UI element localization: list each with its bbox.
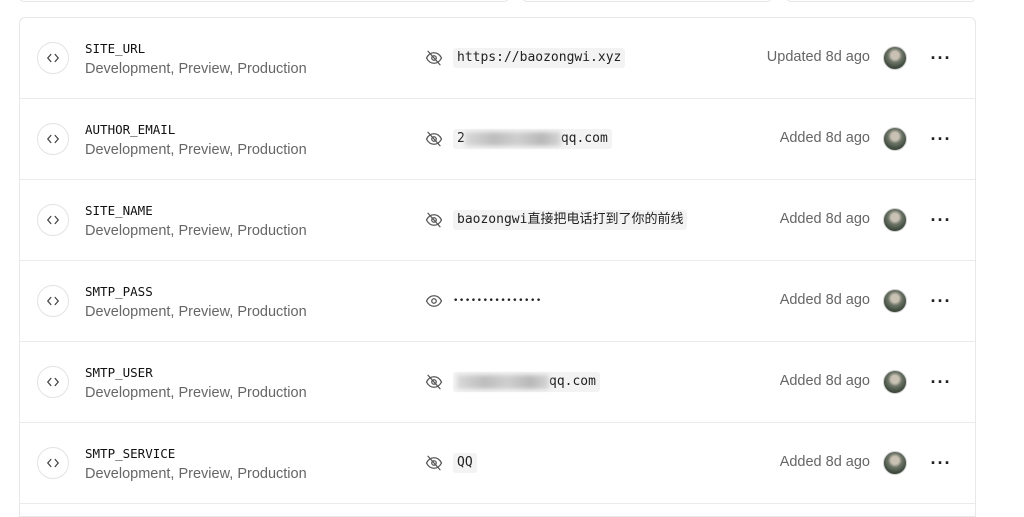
value-suffix: qq.com (560, 131, 608, 146)
env-var-environments: Development, Preview, Production (85, 61, 307, 77)
env-var-status: Added 8d ago (779, 130, 870, 146)
env-var-status: Added 8d ago (779, 292, 870, 308)
avatar (883, 451, 907, 475)
env-var-environments: Development, Preview, Production (85, 466, 307, 482)
code-brackets-icon (37, 42, 69, 74)
env-var-status: Added 8d ago (779, 454, 870, 470)
filter-select-edge[interactable] (522, 0, 772, 2)
env-var-value[interactable]: qq.com (453, 372, 600, 392)
env-var-environments: Development, Preview, Production (85, 304, 307, 320)
redacted-blur (464, 131, 561, 146)
env-var-value[interactable]: QQ (453, 453, 477, 473)
eye-off-icon[interactable] (424, 130, 444, 148)
more-horizontal-icon[interactable]: ··· (925, 370, 957, 394)
eye-off-icon[interactable] (424, 454, 444, 472)
env-var-key: SMTP_PASS (85, 284, 153, 299)
env-var-row[interactable]: SMTP_SERVICE Development, Preview, Produ… (20, 423, 975, 504)
env-var-key: SMTP_USER (85, 365, 153, 380)
code-brackets-icon (37, 366, 69, 398)
env-var-row[interactable]: AUTHOR_EMAIL Development, Preview, Produ… (20, 99, 975, 180)
env-var-value-masked[interactable]: ••••••••••••••• (453, 291, 542, 311)
env-var-row[interactable]: SITE_URL Development, Preview, Productio… (20, 18, 975, 99)
env-var-key: SITE_NAME (85, 203, 153, 218)
env-var-status: Added 8d ago (779, 373, 870, 389)
avatar (883, 127, 907, 151)
env-var-key: AUTHOR_EMAIL (85, 122, 176, 137)
env-var-row[interactable]: SMTP_USER Development, Preview, Producti… (20, 342, 975, 423)
more-horizontal-icon[interactable]: ··· (925, 46, 957, 70)
top-toolbar-edge (0, 0, 1024, 4)
eye-off-icon[interactable] (424, 49, 444, 67)
env-var-list: SITE_URL Development, Preview, Productio… (19, 17, 976, 517)
value-prefix: 2 (457, 131, 465, 146)
avatar (883, 289, 907, 313)
code-brackets-icon (37, 204, 69, 236)
env-var-key: SITE_URL (85, 41, 146, 56)
avatar (883, 46, 907, 70)
env-var-status: Added 8d ago (779, 211, 870, 227)
more-horizontal-icon[interactable]: ··· (925, 289, 957, 313)
redacted-blur (457, 374, 549, 389)
filter-input-edge[interactable] (19, 0, 509, 2)
eye-off-icon[interactable] (424, 373, 444, 391)
avatar (883, 370, 907, 394)
more-horizontal-icon[interactable]: ··· (925, 127, 957, 151)
eye-off-icon[interactable] (424, 211, 444, 229)
env-var-status: Updated 8d ago (766, 49, 870, 65)
env-var-row[interactable]: SMTP_PASS Development, Preview, Producti… (20, 261, 975, 342)
env-var-environments: Development, Preview, Production (85, 223, 307, 239)
env-var-value[interactable]: baozongwi直接把电话打到了你的前线 (453, 210, 688, 230)
env-var-key: SMTP_SERVICE (85, 446, 176, 461)
env-var-value[interactable]: 2 qq.com (453, 129, 612, 149)
more-horizontal-icon[interactable]: ··· (925, 208, 957, 232)
avatar (883, 208, 907, 232)
more-horizontal-icon[interactable]: ··· (925, 451, 957, 475)
env-var-value[interactable]: https://baozongwi.xyz (453, 48, 626, 68)
value-suffix: qq.com (549, 374, 596, 389)
env-var-row[interactable]: SITE_NAME Development, Preview, Producti… (20, 180, 975, 261)
env-var-environments: Development, Preview, Production (85, 142, 307, 158)
env-var-environments: Development, Preview, Production (85, 385, 307, 401)
code-brackets-icon (37, 447, 69, 479)
eye-icon[interactable] (424, 292, 444, 310)
code-brackets-icon (37, 285, 69, 317)
sort-select-edge[interactable] (786, 0, 976, 2)
code-brackets-icon (37, 123, 69, 155)
